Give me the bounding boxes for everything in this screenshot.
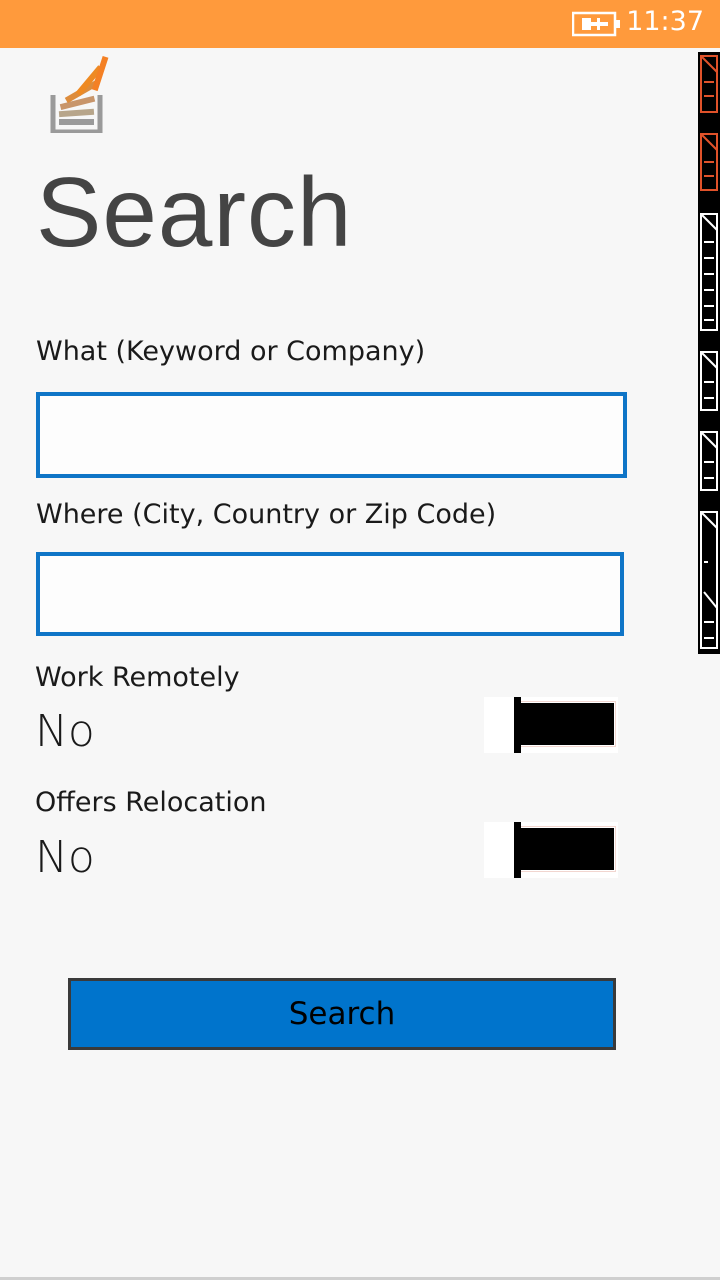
what-input[interactable] [36,392,627,478]
toggle-thumb[interactable] [514,697,521,753]
work-remotely-toggle[interactable] [484,697,618,753]
toggle-fill [516,703,614,745]
offers-relocation-toggle[interactable] [484,822,618,878]
offers-relocation-label: Offers Relocation [35,787,267,818]
search-button[interactable]: Search [68,978,616,1050]
where-label: Where (City, Country or Zip Code) [36,499,497,530]
offers-relocation-value: No [35,832,95,883]
toggle-fill [516,828,614,870]
work-remotely-label: Work Remotely [35,662,240,693]
what-label: What (Keyword or Company) [36,336,426,367]
toggle-thumb[interactable] [514,822,521,878]
where-input[interactable] [36,552,624,636]
page-title: Search [36,157,353,267]
work-remotely-value: No [35,706,95,757]
battery-charging-icon [572,11,620,37]
status-bar: 11:37 [0,0,720,48]
debug-counter-strip [698,52,720,654]
stackoverflow-logo-icon [50,55,109,133]
status-clock: 11:37 [626,6,704,37]
